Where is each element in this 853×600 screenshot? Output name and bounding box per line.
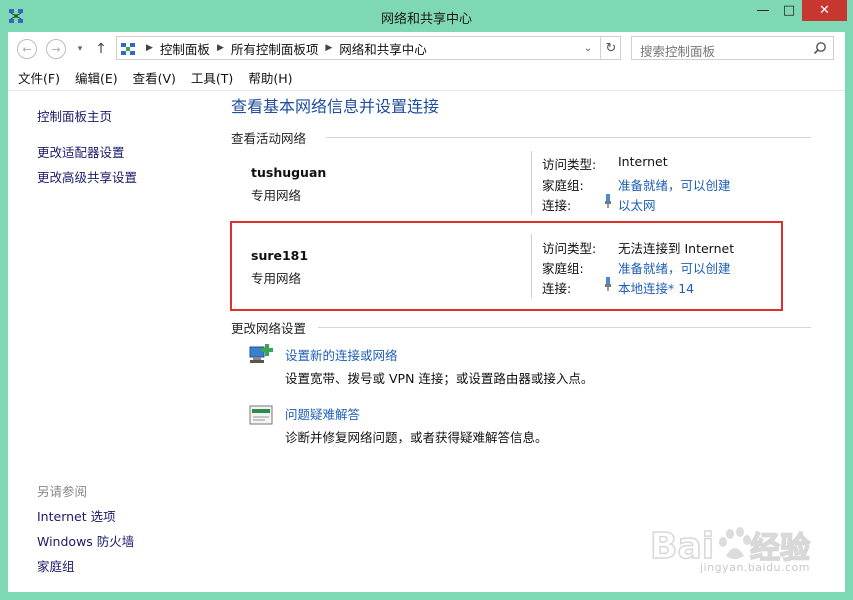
refresh-button[interactable]: ↻ xyxy=(600,37,621,59)
new-connection-icon xyxy=(249,344,273,363)
breadcrumb-all-items[interactable]: 所有控制面板项 xyxy=(231,39,319,58)
control-panel-icon xyxy=(121,43,135,55)
breadcrumb-separator-icon[interactable]: ▶ xyxy=(146,43,153,53)
window: 网络和共享中心 — □ ✕ ← → ▾ ↑ ▶ 控制面板 ▶ 所有控制面板项 ▶… xyxy=(0,0,853,600)
menu-edit[interactable]: 编辑(E) xyxy=(70,68,123,87)
troubleshoot-icon xyxy=(249,405,273,425)
maximize-button[interactable]: □ xyxy=(776,0,802,21)
menu-help[interactable]: 帮助(H) xyxy=(243,68,297,87)
address-dropdown-button[interactable]: ⌄ xyxy=(580,40,596,56)
divider xyxy=(326,137,811,138)
sidebar-link-control-panel-home[interactable]: 控制面板主页 xyxy=(37,106,112,125)
sidebar-link-homegroup[interactable]: 家庭组 xyxy=(37,556,75,575)
ethernet-icon xyxy=(605,194,611,208)
network-name: tushuguan xyxy=(251,165,327,180)
task-link-new-connection[interactable]: 设置新的连接或网络 xyxy=(285,345,398,364)
watermark-text: jingyan.baidu.com xyxy=(700,561,811,574)
baidu-watermark-logo: Bai 经验 xyxy=(650,525,811,568)
menu-view[interactable]: 查看(V) xyxy=(128,68,181,87)
active-networks-heading: 查看活动网络 xyxy=(231,131,307,146)
sidebar-link-adapter-settings[interactable]: 更改适配器设置 xyxy=(37,142,125,161)
homegroup-label: 家庭组: xyxy=(542,178,584,193)
chevron-down-icon: ⌄ xyxy=(583,42,593,54)
breadcrumb-separator-icon[interactable]: ▶ xyxy=(325,43,332,53)
menu-file[interactable]: 文件(F) xyxy=(13,68,65,87)
forward-arrow-icon: → xyxy=(51,42,61,56)
navigation-bar: ← → ▾ ↑ ▶ 控制面板 ▶ 所有控制面板项 ▶ 网络和共享中心 ⌄ ↻ 搜… xyxy=(8,32,845,65)
up-arrow-icon: ↑ xyxy=(95,41,107,57)
task-link-troubleshoot[interactable]: 问题疑难解答 xyxy=(285,404,360,423)
breadcrumb-network-center[interactable]: 网络和共享中心 xyxy=(339,39,427,58)
breadcrumb-control-panel[interactable]: 控制面板 xyxy=(160,39,210,58)
task-desc-troubleshoot: 诊断并修复网络问题，或者获得疑难解答信息。 xyxy=(285,430,548,445)
refresh-icon: ↻ xyxy=(605,40,617,56)
forward-button[interactable]: → xyxy=(46,39,66,59)
minimize-button[interactable]: — xyxy=(750,0,776,21)
title-bar[interactable]: 网络和共享中心 — □ ✕ xyxy=(0,0,853,32)
change-settings-heading: 更改网络设置 xyxy=(231,321,307,336)
search-input[interactable]: 搜索控制面板 xyxy=(631,36,834,60)
access-type-label: 访问类型: xyxy=(542,157,597,172)
chevron-down-icon: ▾ xyxy=(77,44,83,54)
menu-tools[interactable]: 工具(T) xyxy=(186,68,238,87)
access-type-value: Internet xyxy=(618,154,668,169)
close-button[interactable]: ✕ xyxy=(802,0,847,21)
recent-locations-button[interactable]: ▾ xyxy=(74,39,86,59)
see-also-heading: 另请参阅 xyxy=(37,484,88,499)
back-arrow-icon: ← xyxy=(22,42,32,56)
connection-link-ethernet[interactable]: 以太网 xyxy=(618,195,656,214)
sidebar-link-windows-firewall[interactable]: Windows 防火墙 xyxy=(37,531,134,550)
address-bar[interactable]: ▶ 控制面板 ▶ 所有控制面板项 ▶ 网络和共享中心 ⌄ ↻ xyxy=(116,36,621,60)
homegroup-link[interactable]: 准备就绪，可以创建 xyxy=(618,175,731,194)
highlight-box xyxy=(230,221,783,311)
sidebar-link-advanced-sharing[interactable]: 更改高级共享设置 xyxy=(37,167,137,186)
search-icon[interactable] xyxy=(813,41,827,55)
back-button[interactable]: ← xyxy=(17,39,37,59)
connection-label: 连接: xyxy=(542,198,572,213)
window-title: 网络和共享中心 xyxy=(380,12,472,27)
sidebar: 控制面板主页 更改适配器设置 更改高级共享设置 另请参阅 Internet 选项… xyxy=(8,91,213,592)
menu-bar: 文件(F) 编辑(E) 查看(V) 工具(T) 帮助(H) xyxy=(8,65,845,91)
network-type[interactable]: 专用网络 xyxy=(251,185,301,204)
sidebar-link-internet-options[interactable]: Internet 选项 xyxy=(37,506,116,525)
page-title: 查看基本网络信息并设置连接 xyxy=(231,97,440,116)
divider xyxy=(318,327,811,328)
breadcrumb: ▶ 控制面板 ▶ 所有控制面板项 ▶ 网络和共享中心 xyxy=(139,37,427,59)
breadcrumb-separator-icon[interactable]: ▶ xyxy=(217,43,224,53)
search-placeholder: 搜索控制面板 xyxy=(640,44,716,59)
task-desc-new-connection: 设置宽带、拨号或 VPN 连接；或设置路由器或接入点。 xyxy=(285,371,594,386)
up-button[interactable]: ↑ xyxy=(94,39,108,59)
divider xyxy=(531,151,532,215)
